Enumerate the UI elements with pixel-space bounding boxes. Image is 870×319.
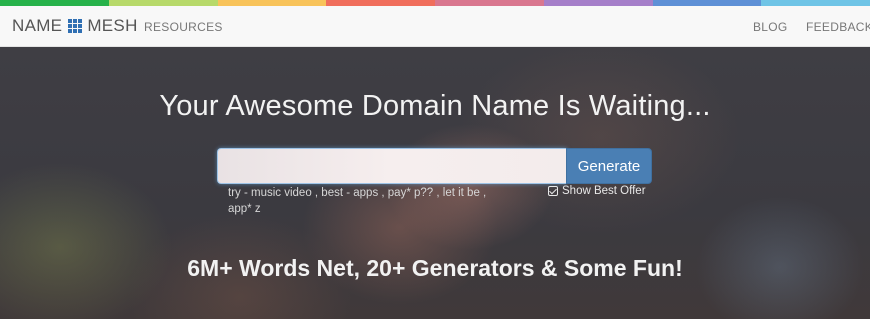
domain-search-input[interactable] — [217, 148, 567, 184]
show-best-offer-checkbox[interactable]: Show Best Offer — [548, 185, 646, 197]
navbar: NAME MESH RESOURCES BLOG FEEDBACK — [0, 6, 870, 47]
generate-button[interactable]: Generate — [566, 148, 652, 184]
nav-resources-link[interactable]: RESOURCES — [144, 20, 223, 34]
nav-feedback-link[interactable]: FEEDBACK — [806, 20, 870, 34]
search-hints: try - music video , best - apps , pay* p… — [228, 187, 487, 215]
hero-tagline: 6M+ Words Net, 20+ Generators & Some Fun… — [187, 255, 683, 281]
grid-icon — [68, 19, 83, 33]
brand-logo[interactable]: NAME MESH — [12, 16, 138, 36]
brand-name-right: MESH — [87, 16, 138, 35]
show-best-offer-label: Show Best Offer — [562, 185, 646, 197]
brand-name-left: NAME — [12, 16, 63, 35]
hero-headline: Your Awesome Domain Name Is Waiting... — [159, 90, 711, 122]
checkbox-checked-icon — [548, 186, 558, 196]
nav-blog-link[interactable]: BLOG — [753, 20, 788, 34]
hero-section: Your Awesome Domain Name Is Waiting... G… — [0, 47, 870, 319]
